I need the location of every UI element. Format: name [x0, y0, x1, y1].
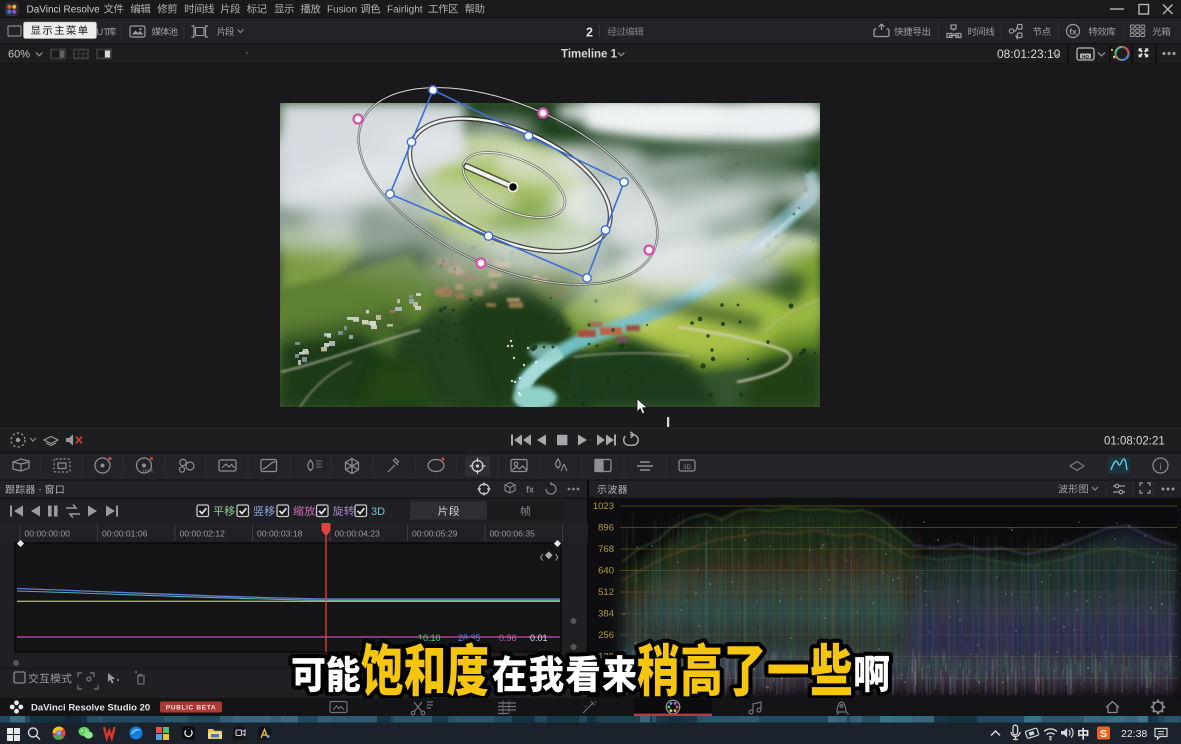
svg-text:HDR: HDR	[143, 469, 153, 474]
svg-text:1023: 1023	[593, 501, 614, 512]
svg-text:Timeline 1: Timeline 1	[561, 49, 618, 61]
svg-text:❮: ❮	[539, 553, 544, 561]
svg-text:0.01: 0.01	[530, 633, 548, 643]
svg-text:2: 2	[586, 25, 593, 39]
svg-text:22:38: 22:38	[1121, 728, 1147, 740]
svg-text:S: S	[1100, 728, 1107, 740]
svg-text:fx: fx	[526, 485, 534, 495]
svg-text:00:00:01:06: 00:00:01:06	[102, 529, 148, 539]
svg-text:Fusion: Fusion	[327, 5, 357, 16]
svg-text:00:00:00:00: 00:00:00:00	[25, 529, 71, 539]
svg-text:00:00:03:18: 00:00:03:18	[257, 529, 303, 539]
svg-text:896: 896	[598, 523, 614, 534]
svg-text:00:00:05:29: 00:00:05:29	[412, 529, 458, 539]
svg-text:PUBLIC BETA: PUBLIC BETA	[166, 705, 216, 712]
svg-text:00:00:04:23: 00:00:04:23	[335, 529, 381, 539]
svg-text:512: 512	[598, 587, 614, 598]
svg-text:60%: 60%	[8, 49, 30, 61]
svg-text:01:08:02:21: 01:08:02:21	[1104, 436, 1165, 448]
svg-text:❯: ❯	[554, 553, 559, 561]
svg-text:00:00:02:12: 00:00:02:12	[180, 529, 226, 539]
svg-text:00:00:06:35: 00:00:06:35	[490, 529, 536, 539]
svg-text:3D: 3D	[683, 465, 691, 471]
svg-text:256: 256	[598, 630, 614, 641]
svg-text:08:01:23:10: 08:01:23:10	[997, 47, 1061, 61]
svg-text:Fairlight: Fairlight	[387, 5, 423, 16]
svg-text:3D: 3D	[371, 506, 385, 518]
svg-text:DaVinci Resolve: DaVinci Resolve	[27, 5, 101, 16]
svg-text:640: 640	[598, 566, 614, 577]
svg-text:UT: UT	[97, 27, 110, 37]
svg-text:HQ: HQ	[1082, 54, 1089, 59]
svg-text:768: 768	[598, 544, 614, 555]
svg-text:0.96: 0.96	[499, 633, 517, 643]
svg-text:fx: fx	[1069, 26, 1077, 36]
svg-text:DaVinci Resolve Studio 20: DaVinci Resolve Studio 20	[31, 703, 150, 714]
svg-text:384: 384	[598, 609, 614, 620]
svg-text:-: -	[39, 485, 42, 495]
svg-text:i: i	[1160, 462, 1162, 472]
